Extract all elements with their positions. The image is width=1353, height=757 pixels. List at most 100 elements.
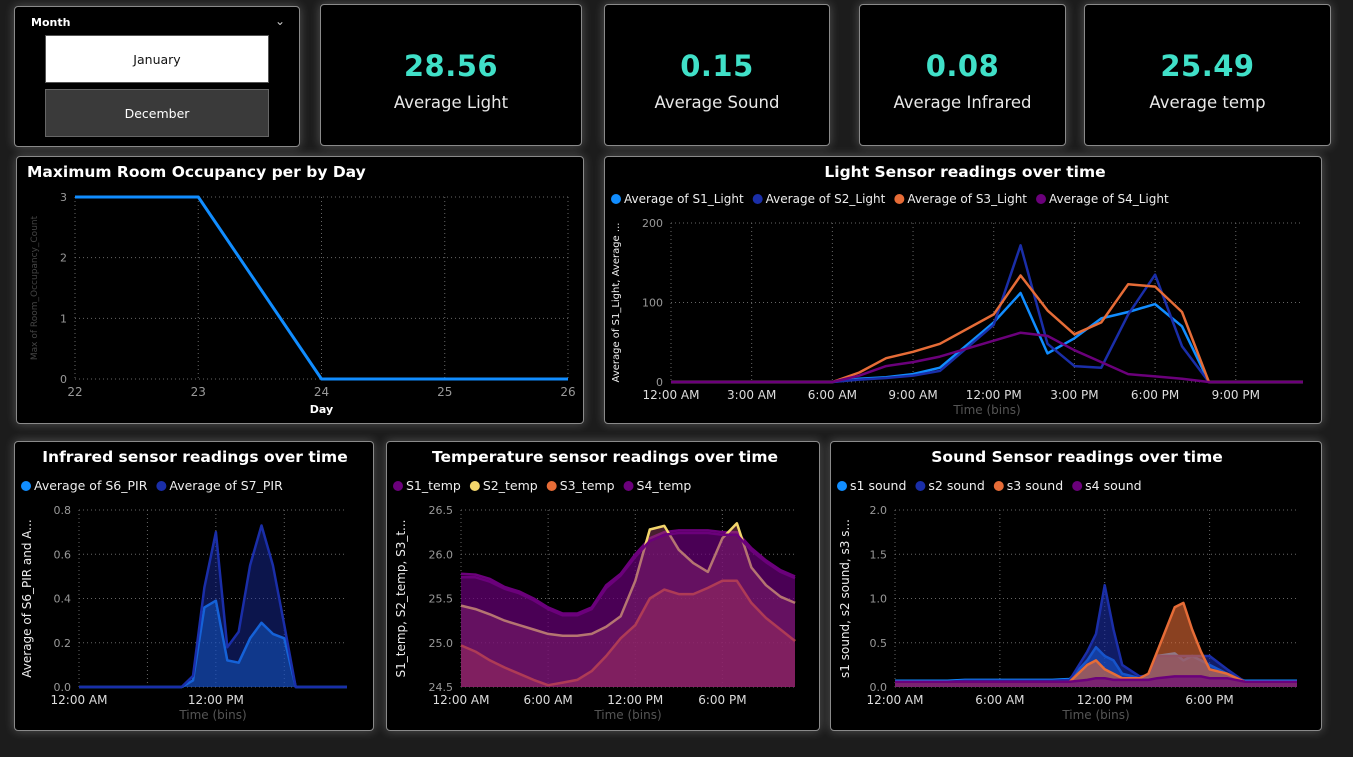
kpi-average-light: 28.56 Average Light: [320, 4, 582, 146]
legend-label: S3_temp: [560, 478, 615, 493]
y-tick-label: 2: [60, 252, 67, 265]
y-tick-label: 200: [642, 217, 663, 230]
legend-marker: [915, 481, 926, 491]
kpi-label: Average temp: [1149, 93, 1266, 112]
y-axis-label: s1 sound, s2 sound, s3 s...: [838, 519, 852, 678]
y-tick-label: 0.4: [54, 593, 72, 606]
legend-label: Average of S7_PIR: [169, 478, 283, 493]
occupancy-chart-card: Maximum Room Occupancy per by Day 0 1 2 3 22 2…: [16, 156, 584, 424]
x-tick-label: 12:00 PM: [966, 388, 1022, 402]
x-tick-label: 12:00 AM: [433, 693, 490, 707]
x-tick-label: 9:00 AM: [888, 388, 937, 402]
x-tick-label: 6:00 PM: [1185, 693, 1233, 707]
legend-label: S1_temp: [406, 478, 461, 493]
legend-label: s1 sound: [850, 478, 906, 493]
kpi-value: 0.08: [925, 49, 1000, 83]
temperature-chart-card: Temperature sensor readings over time S1_…: [386, 441, 820, 731]
x-tick-label: 12:00 PM: [1077, 693, 1133, 707]
legend-label: Average of S1_Light: [624, 192, 744, 206]
occupancy-chart: Maximum Room Occupancy per by Day012322 2…: [27, 163, 576, 416]
y-tick-label: 25.5: [429, 593, 454, 606]
y-tick-label: 1: [60, 312, 67, 325]
x-tick-label: 23: [191, 385, 206, 399]
y-tick-label: 26.0: [429, 548, 454, 561]
y-axis-label: S1_temp, S2_temp, S3_t...: [394, 520, 408, 678]
y-tick-label: 0.6: [54, 548, 72, 561]
x-tick-label: 6:00 AM: [808, 388, 857, 402]
kpi-value: 0.15: [680, 49, 754, 83]
y-axis-label: Average of S1_Light, Average ...: [611, 223, 622, 383]
x-axis-label: Time (bins): [952, 403, 1020, 417]
x-tick-label: 6:00 AM: [523, 693, 572, 707]
legend-marker: [623, 481, 634, 491]
slicer-option-december[interactable]: December: [45, 89, 269, 137]
x-tick-label: 6:00 AM: [975, 693, 1024, 707]
x-tick-label: 3:00 AM: [727, 388, 776, 402]
x-tick-label: 26: [560, 385, 575, 399]
legend-marker: [993, 481, 1004, 491]
slicer-option-january[interactable]: January: [45, 35, 269, 83]
x-tick-label: 22: [67, 385, 82, 399]
x-tick-label: 6:00 PM: [1131, 388, 1179, 402]
infrared-chart: Infrared sensor readings over time Averag…: [20, 448, 348, 722]
kpi-label: Average Light: [393, 93, 509, 112]
slicer-title: Month: [31, 16, 71, 29]
y-tick-label: 25.0: [429, 637, 454, 650]
y-tick-label: 26.5: [429, 504, 454, 517]
y-tick-label: 1.5: [870, 548, 888, 561]
kpi-label: Average Infrared: [893, 93, 1032, 112]
sound-chart-card: Sound Sensor readings over time s1 sound s…: [830, 441, 1322, 731]
legend-label: s3 sound: [1007, 478, 1063, 493]
chart-title: Maximum Room Occupancy per by Day: [27, 163, 366, 181]
x-axis-label: Time (bins): [178, 708, 246, 722]
legend-marker: [1072, 481, 1083, 491]
chevron-down-icon[interactable]: ⌄: [275, 14, 285, 28]
legend-marker: [21, 481, 31, 491]
legend-label: Average of S2_Light: [766, 192, 886, 206]
x-tick-label: 9:00 PM: [1212, 388, 1260, 402]
y-axis-label: Max of Room_Occupancy_Count: [30, 215, 40, 360]
y-tick-label: 0.2: [54, 637, 72, 650]
legend-marker: [894, 194, 905, 204]
x-axis-label: Time (bins): [593, 708, 661, 722]
x-axis-label: Time (bins): [1061, 708, 1129, 722]
legend-label: s2 sound: [928, 478, 984, 493]
kpi-label: Average Sound: [654, 93, 780, 112]
y-tick-label: 3: [60, 191, 67, 204]
series-line: [671, 331, 1303, 384]
kpi-average-sound: 0.15 Average Sound: [604, 4, 830, 146]
kpi-value: 28.56: [403, 49, 499, 83]
legend-marker: [393, 481, 403, 491]
legend-label: s4 sound: [1085, 478, 1141, 493]
y-tick-label: 1.0: [870, 593, 888, 606]
legend-marker: [156, 481, 167, 491]
infrared-chart-card: Infrared sensor readings over time Averag…: [14, 441, 374, 731]
legend-marker: [469, 481, 480, 491]
kpi-average-infrared: 0.08 Average Infrared: [859, 4, 1066, 146]
light-chart-card: Light Sensor readings over time Average o…: [604, 156, 1322, 424]
kpi-value: 25.49: [1160, 49, 1255, 83]
x-tick-label: 12:00 AM: [643, 388, 700, 402]
legend-marker: [611, 194, 621, 204]
series-line: [671, 244, 1303, 384]
legend-marker: [546, 481, 557, 491]
legend-label: Average of S4_Light: [1049, 192, 1169, 206]
x-tick-label: 12:00 AM: [867, 693, 924, 707]
legend-label: Average of S6_PIR: [34, 478, 148, 493]
chart-title: Temperature sensor readings over time: [432, 448, 778, 466]
chart-title: Infrared sensor readings over time: [42, 448, 347, 466]
y-tick-label: 0: [60, 373, 67, 386]
x-axis-label: Day: [310, 403, 333, 416]
series-line: [671, 291, 1303, 384]
chart-title: Sound Sensor readings over time: [931, 448, 1222, 466]
y-tick-label: 0.8: [54, 504, 72, 517]
y-axis-label: Average of S6_PIR and A...: [20, 519, 34, 677]
legend-marker: [752, 194, 763, 204]
temperature-chart: Temperature sensor readings over time S1_…: [393, 448, 796, 722]
x-tick-label: 25: [437, 385, 452, 399]
legend-label: S4_temp: [637, 478, 692, 493]
x-tick-label: 3:00 PM: [1050, 388, 1098, 402]
series-line: [75, 195, 568, 381]
legend-marker: [1036, 194, 1047, 204]
x-tick-label: 12:00 PM: [188, 693, 244, 707]
